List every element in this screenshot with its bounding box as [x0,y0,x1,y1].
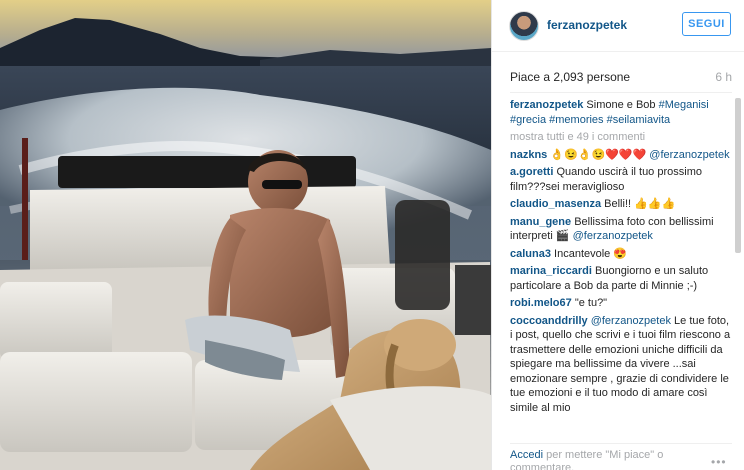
comment-text: Incantevole 😍 [554,247,628,260]
comment-user[interactable]: caluna3 [510,248,551,260]
comment-text: "e tu?" [574,297,608,309]
comment-mention[interactable]: @ferzanozpetek [649,149,729,161]
comment-mention[interactable]: @ferzanozpetek [573,230,653,242]
comment-text: Le tue foto, i post, quello che scrivi e… [510,314,731,414]
comment-item: robi.melo67 "e tu?" [510,296,732,311]
login-link[interactable]: Accedi [510,449,543,461]
post-username[interactable]: ferzanozpetek [547,18,627,32]
comment-user[interactable]: robi.melo67 [510,297,572,309]
comment-text: 👌😉👌😉❤️❤️❤️ [550,148,647,161]
photo-illustration [0,0,491,470]
comment-item: coccoanddrilly @ferzanozpetek Le tue fot… [510,314,732,416]
post-header: ferzanozpetek SEGUI [492,0,744,52]
post-photo[interactable] [0,0,491,470]
post-time[interactable]: 6 h [715,70,732,84]
likes-row: Piace a 2,093 persone 6 h [510,70,732,86]
comment-text: Belli!! 👍👍👍 [604,198,676,210]
follow-button[interactable]: SEGUI [682,12,731,36]
comment-item: marina_riccardi Buongiorno e un saluto p… [510,264,732,293]
likes-count[interactable]: Piace a 2,093 persone [510,70,630,84]
divider [510,92,732,93]
show-all-comments-link[interactable]: mostra tutti e 49 i commenti [510,130,732,145]
scrollbar-thumb[interactable] [735,98,741,253]
comment-item: claudio_masenza Belli!! 👍👍👍 [510,197,732,212]
comment-user[interactable]: a.goretti [510,166,553,178]
comment-user[interactable]: marina_riccardi [510,265,592,277]
login-prompt: Accedi per mettere "Mi piace" o commenta… [510,449,700,470]
caption: ferzanozpetek Simone e Bob #Meganisi #gr… [510,98,732,127]
avatar[interactable] [509,11,539,41]
comments-list[interactable]: ferzanozpetek Simone e Bob #Meganisi #gr… [510,98,732,443]
post-sidebar: ferzanozpetek SEGUI Piace a 2,093 person… [491,0,744,470]
caption-user[interactable]: ferzanozpetek [510,99,583,111]
comment-item: a.goretti Quando uscirà il tuo prossimo … [510,165,732,194]
divider [510,443,732,444]
comment-mention[interactable]: @ferzanozpetek [591,315,671,327]
comment-user[interactable]: claudio_masenza [510,198,601,210]
comment-item: nazkns 👌😉👌😉❤️❤️❤️ @ferzanozpetek [510,148,732,163]
caption-text: Simone e Bob [586,99,656,111]
comment-user[interactable]: manu_gene [510,216,571,228]
comment-container: nazkns 👌😉👌😉❤️❤️❤️ @ferzanozpetek a.gorett… [510,148,732,416]
comment-item: caluna3 Incantevole 😍 [510,247,732,262]
comment-user[interactable]: nazkns [510,149,547,161]
comment-item: manu_gene Bellissima foto con bellissimi… [510,215,732,244]
ellipsis-icon[interactable]: ••• [711,455,727,469]
comment-user[interactable]: coccoanddrilly [510,315,588,327]
scrollbar[interactable] [735,98,741,443]
